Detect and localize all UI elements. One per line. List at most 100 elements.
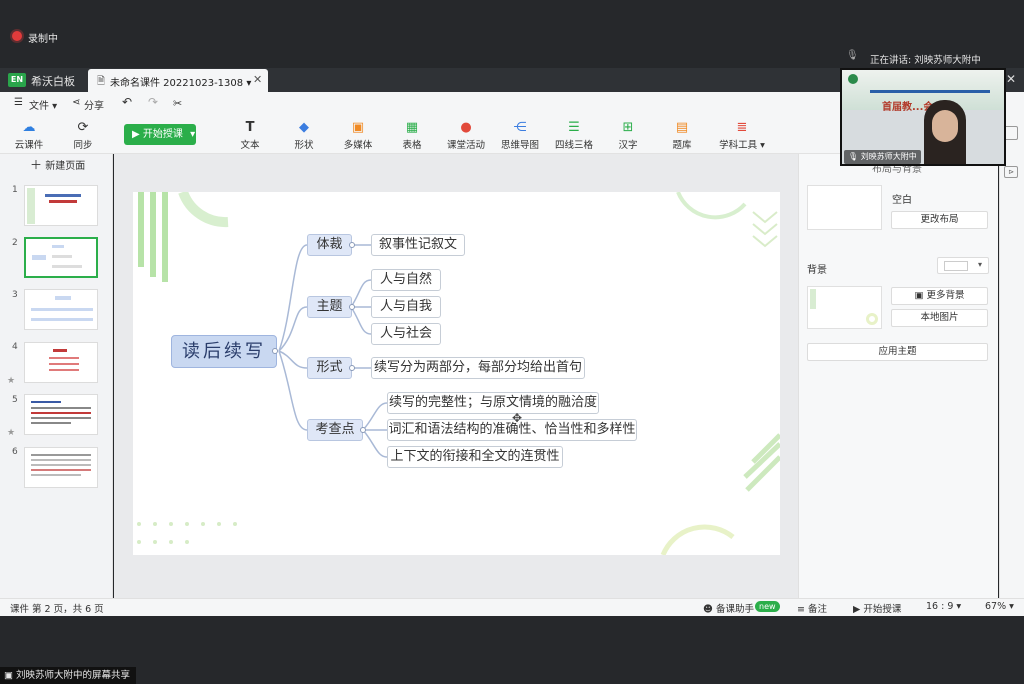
chevron-down-icon: ▾ [978, 260, 983, 269]
mindmap-root-node[interactable]: 读后续写 [171, 335, 277, 368]
file-menu[interactable]: 文件 ▾ [29, 97, 57, 112]
thumb-number: 6 [12, 447, 18, 457]
collapse-panel-icon[interactable]: ⊳ [1004, 166, 1018, 178]
mindmap-node-point-1[interactable]: 续写的完整性；与原文情境的融洽度 [387, 392, 599, 414]
activity-icon: ● [460, 120, 472, 135]
notes-icon: ≡ [797, 604, 805, 615]
node-handle[interactable] [272, 348, 278, 354]
page-thumbnail-2[interactable] [24, 237, 98, 278]
start-teaching-button[interactable]: ▶ 开始授课 [853, 601, 901, 615]
hamburger-icon[interactable]: ☰ [14, 97, 23, 108]
cloud-icon: ☁ [22, 120, 36, 135]
hanzi-icon: ⊞ [622, 120, 634, 135]
star-icon[interactable]: ★ [7, 428, 15, 438]
page-thumbnail-1[interactable] [24, 185, 98, 226]
four-lines-tool[interactable]: ☰ 四线三格 [549, 119, 599, 151]
document-tab-title[interactable]: 未命名课件 20221023-1308 ▾ [110, 74, 251, 89]
mindmap-node-theme-3[interactable]: 人与社会 [371, 323, 441, 345]
zoom-select[interactable]: 67% ▾ [985, 601, 1014, 612]
webcam-video[interactable]: 首届教...会 🎙 刘映苏师大附中 [840, 68, 1006, 166]
mindmap-node-point-3[interactable]: 上下文的衔接和全文的连贯性 [387, 446, 563, 468]
layout-name: 空白 [892, 195, 912, 206]
background-label: 背景 [807, 265, 827, 276]
page-thumbnail-4[interactable] [24, 342, 98, 383]
thumb-number: 5 [12, 395, 18, 405]
sidebar-toggle-icon[interactable] [1004, 126, 1018, 140]
assistant-icon: ☻ [703, 604, 713, 615]
change-layout-button[interactable]: 更改布局 [891, 211, 988, 229]
more-backgrounds-button[interactable]: ▣ 更多背景 [891, 287, 988, 305]
meeting-bottom-bar [0, 616, 1024, 684]
media-tool[interactable]: ▣ 多媒体 [333, 119, 383, 151]
right-sidebar-strip [999, 116, 1024, 598]
plus-icon: ＋ [30, 158, 43, 172]
page-thumbnail-6[interactable] [24, 447, 98, 488]
screen-share-icon: ▣ [4, 670, 13, 681]
start-class-button[interactable]: ▶ 开始授课 ▾ [124, 124, 196, 145]
page-counter: 课件 第 2 页，共 6 页 [10, 604, 104, 615]
node-handle[interactable] [349, 242, 355, 248]
notes-button[interactable]: ≡ 备注 [797, 601, 827, 615]
recording-icon [12, 31, 22, 41]
layout-preview[interactable] [807, 185, 882, 230]
speaking-indicator: 正在讲话: 刘映苏师大附中 [870, 55, 981, 66]
slide-canvas[interactable]: 读后续写 体裁 主题 形式 考查点 叙事性记叙文 人与自然 人与自我 人与社会 … [133, 192, 780, 555]
image-icon: ▣ [351, 120, 365, 135]
mindmap-tool[interactable]: ⋲ 思维导图 [495, 119, 545, 151]
recording-label: 录制中 [28, 34, 58, 45]
scissors-icon[interactable]: ✂ [173, 97, 182, 110]
text-tool[interactable]: T 文本 [225, 119, 275, 151]
play-icon: ▶ [853, 604, 861, 615]
move-cursor-icon: ✥ [512, 411, 523, 425]
mindmap-icon: ⋲ [513, 120, 527, 135]
share-menu[interactable]: 分享 [84, 97, 104, 112]
logo-icon [848, 74, 858, 84]
thumb-number: 4 [12, 342, 18, 352]
cloud-button[interactable]: ☁ 云课件 [4, 119, 54, 151]
lines-icon: ☰ [568, 120, 580, 135]
sync-icon: ⟳ [77, 120, 89, 135]
mindmap-category-genre[interactable]: 体裁 [307, 234, 352, 256]
new-page-button[interactable]: ＋ 新建页面 [30, 156, 85, 173]
question-bank-tool[interactable]: ▤ 题库 [657, 119, 707, 151]
subject-tools-button[interactable]: ≣ 学科工具 ▾ [713, 119, 771, 151]
background-color-picker[interactable]: ▾ [937, 257, 989, 274]
document-icon: 🗎 [97, 76, 106, 87]
window-close-icon[interactable]: ✕ [1006, 72, 1016, 86]
mindmap-category-form[interactable]: 形式 [307, 357, 352, 379]
sync-button[interactable]: ⟳ 同步 [58, 119, 108, 151]
mindmap-category-theme[interactable]: 主题 [307, 296, 352, 318]
thumb-number: 1 [12, 185, 18, 195]
chevron-down-icon: ▾ [190, 129, 196, 140]
shape-icon: ◆ [299, 120, 309, 135]
books-icon: ≣ [736, 120, 748, 135]
apply-theme-button[interactable]: 应用主题 [807, 343, 988, 361]
screen-share-label: ▣ 刘映苏师大附中的屏幕共享 [0, 667, 136, 684]
background-preview[interactable] [807, 286, 882, 329]
app-name: 希沃白板 [31, 75, 75, 88]
prep-assistant-button[interactable]: ☻ 备课助手 [703, 601, 754, 615]
node-handle[interactable] [360, 427, 366, 433]
aspect-ratio-select[interactable]: 16 : 9 ▾ [926, 601, 961, 612]
thumb-number: 3 [12, 290, 18, 300]
undo-icon[interactable]: ↶ [122, 95, 132, 109]
mindmap-category-assessment[interactable]: 考查点 [307, 419, 363, 441]
node-handle[interactable] [349, 365, 355, 371]
hanzi-tool[interactable]: ⊞ 汉字 [603, 119, 653, 151]
mindmap-node-genre[interactable]: 叙事性记叙文 [371, 234, 465, 256]
star-icon[interactable]: ★ [7, 376, 15, 386]
shape-tool[interactable]: ◆ 形状 [279, 119, 329, 151]
local-image-button[interactable]: 本地图片 [891, 309, 988, 327]
share-icon[interactable]: ⋖ [72, 97, 80, 108]
image-icon: ▣ [914, 290, 924, 301]
mindmap-node-theme-1[interactable]: 人与自然 [371, 269, 441, 291]
table-tool[interactable]: ▦ 表格 [387, 119, 437, 151]
node-handle[interactable] [349, 304, 355, 310]
page-thumbnail-3[interactable] [24, 289, 98, 330]
mindmap-node-theme-2[interactable]: 人与自我 [371, 296, 441, 318]
redo-icon[interactable]: ↷ [148, 95, 158, 109]
close-tab-icon[interactable]: ✕ [253, 73, 262, 86]
mindmap-node-form[interactable]: 续写分为两部分，每部分均给出首句 [371, 357, 585, 379]
activity-tool[interactable]: ● 课堂活动 [441, 119, 491, 151]
page-thumbnail-5[interactable] [24, 394, 98, 435]
